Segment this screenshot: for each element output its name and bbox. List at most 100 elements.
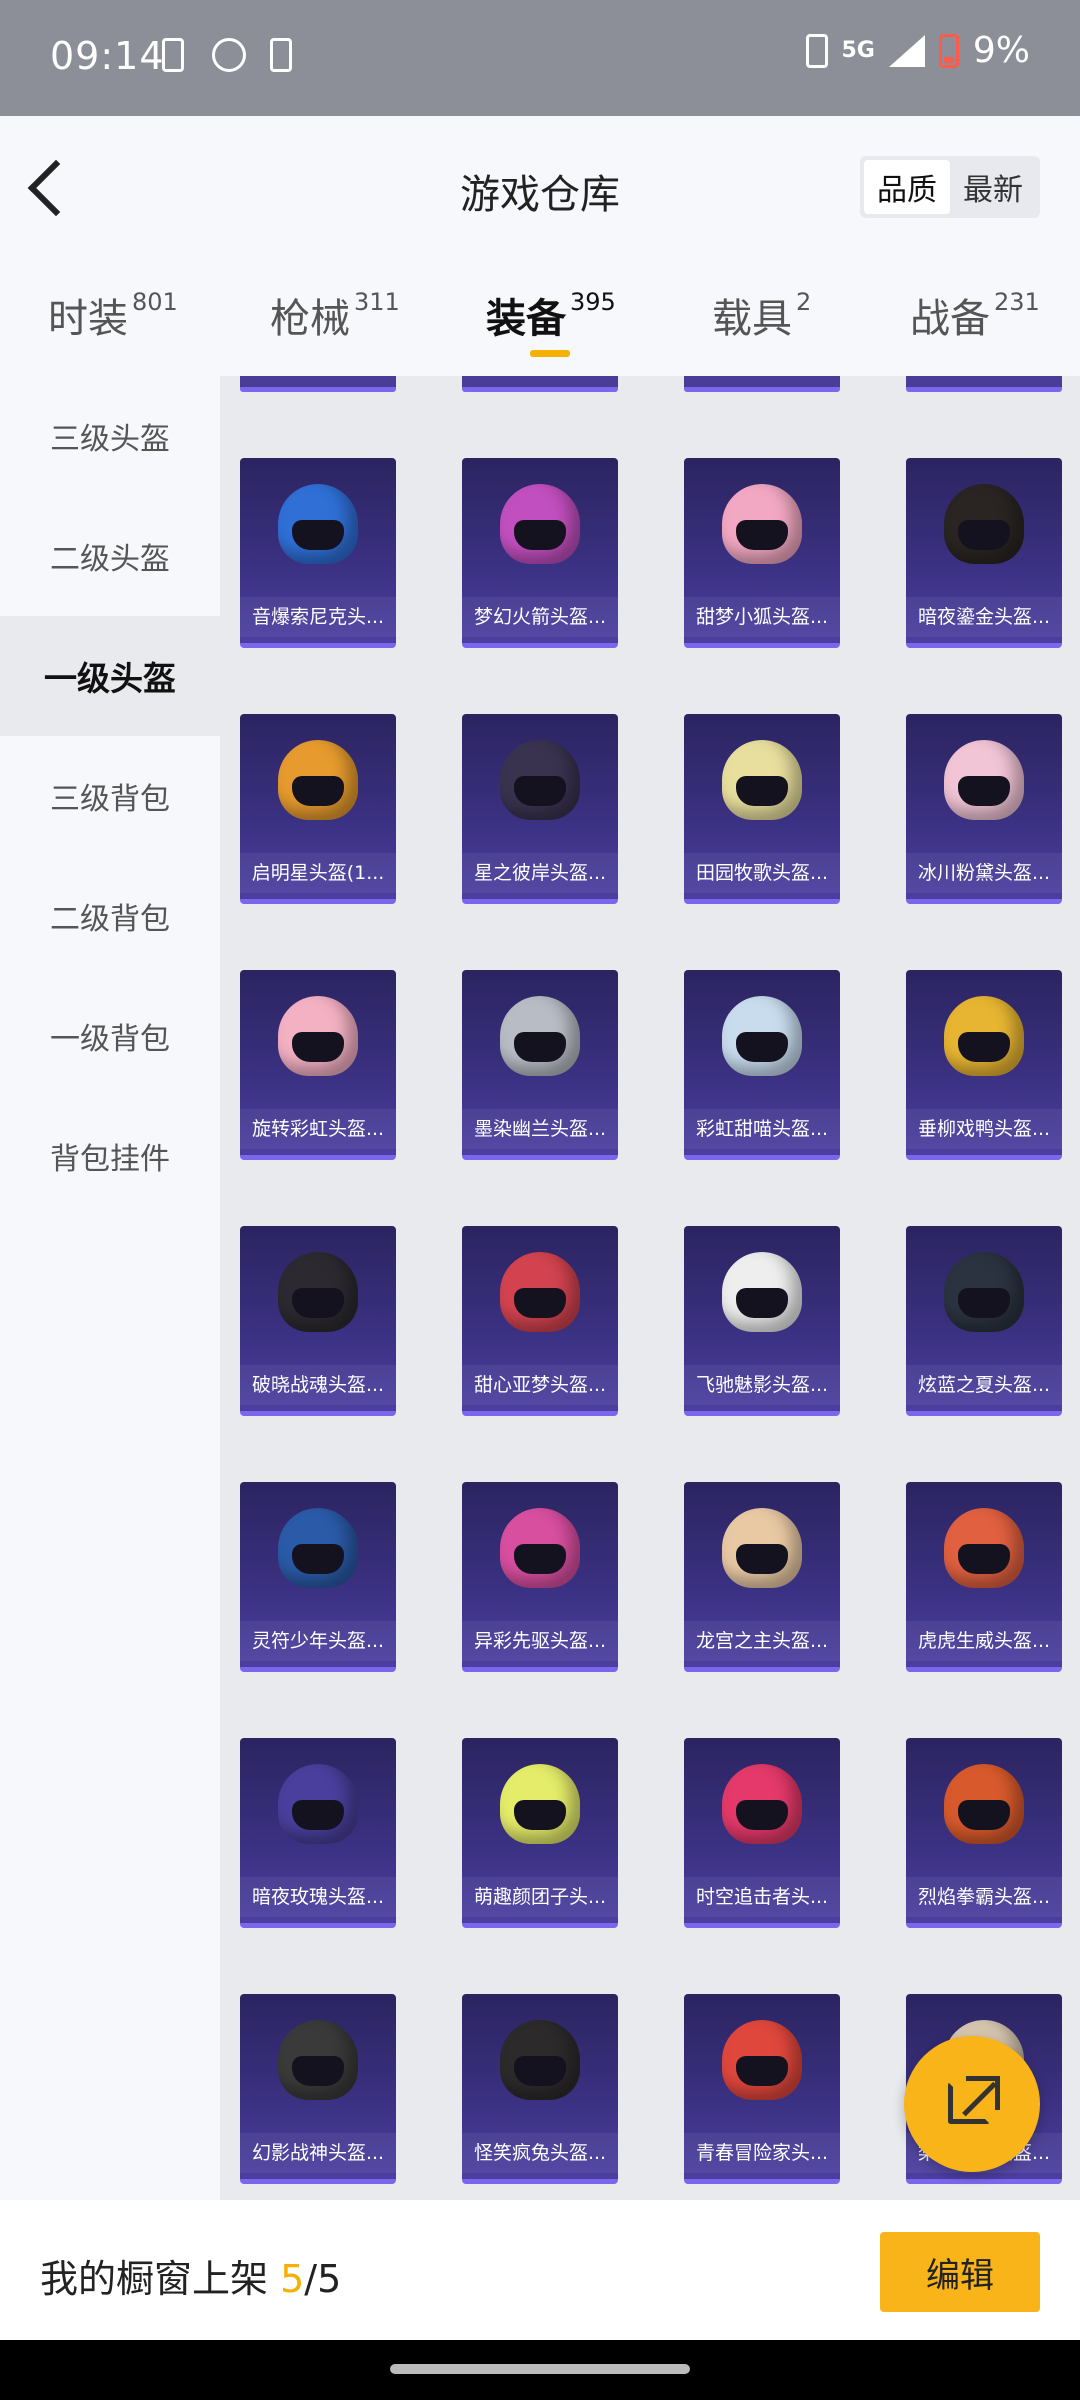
category-tabs: 时装 801 枪械 311 装备 395 载具 2 战备 231 bbox=[0, 256, 1080, 376]
item-name: 破晓战魂头盔... bbox=[240, 1365, 396, 1405]
helmet-icon bbox=[278, 1252, 358, 1332]
item-card[interactable]: 怪笑疯兔头盔... bbox=[462, 1994, 618, 2184]
helmet-visor bbox=[292, 520, 344, 550]
helmet-visor bbox=[958, 520, 1010, 550]
sidebar-item-level1-helmet[interactable]: 一级头盔 bbox=[0, 616, 220, 736]
tab-count: 801 bbox=[132, 288, 178, 316]
helmet-visor bbox=[514, 1288, 566, 1318]
tab-vehicles[interactable]: 载具 2 bbox=[712, 286, 811, 344]
item-name: 梦幻火箭头盔... bbox=[462, 597, 618, 637]
helmet-icon bbox=[500, 484, 580, 564]
item-card[interactable]: 垂柳戏鸭头盔... bbox=[906, 970, 1062, 1160]
item-card[interactable]: 破晓战魂头盔... bbox=[240, 1226, 396, 1416]
tab-label: 时装 bbox=[48, 296, 128, 342]
item-card[interactable]: 暗夜玫瑰头盔... bbox=[240, 1738, 396, 1928]
tab-count: 395 bbox=[570, 288, 616, 316]
item-name: 灵符少年头盔... bbox=[240, 1621, 396, 1661]
helmet-visor bbox=[958, 1800, 1010, 1830]
item-card[interactable]: 异彩先驱头盔... bbox=[462, 1482, 618, 1672]
showcase-shown-count: 5 bbox=[280, 2257, 305, 2301]
helmet-visor bbox=[292, 1800, 344, 1830]
showcase-text: 我的橱窗上架 bbox=[40, 2257, 281, 2301]
item-card[interactable]: 旋转彩虹头盔... bbox=[240, 970, 396, 1160]
item-name: 旋转彩虹头盔... bbox=[240, 1109, 396, 1149]
item-card[interactable]: 启明星头盔(1... bbox=[240, 714, 396, 904]
helmet-icon bbox=[944, 1252, 1024, 1332]
network-label: 5G bbox=[841, 38, 875, 63]
item-card[interactable]: 飞驰魅影头盔... bbox=[684, 1226, 840, 1416]
item-card[interactable]: 梦幻火箭头盔... bbox=[462, 458, 618, 648]
tab-fashion[interactable]: 时装 801 bbox=[48, 286, 178, 344]
item-name: 虎虎生威头盔... bbox=[906, 1621, 1062, 1661]
tab-label: 战备 bbox=[910, 296, 990, 342]
tab-guns[interactable]: 枪械 311 bbox=[270, 286, 400, 344]
item-card[interactable]: 甜梦小狐头盔... bbox=[684, 458, 840, 648]
item-card-partial bbox=[684, 376, 840, 392]
subcategory-sidebar: 三级头盔 二级头盔 一级头盔 三级背包 二级背包 一级背包 背包挂件 bbox=[0, 376, 220, 2200]
helmet-visor bbox=[292, 1288, 344, 1318]
helmet-icon bbox=[944, 740, 1024, 820]
item-card[interactable]: 虎虎生威头盔... bbox=[906, 1482, 1062, 1672]
item-card[interactable]: 彩虹甜喵头盔... bbox=[684, 970, 840, 1160]
item-card[interactable]: 时空追击者头... bbox=[684, 1738, 840, 1928]
helmet-icon bbox=[500, 1764, 580, 1844]
helmet-visor bbox=[292, 776, 344, 806]
active-tab-indicator bbox=[530, 350, 570, 357]
item-card[interactable]: 灵符少年头盔... bbox=[240, 1482, 396, 1672]
helmet-visor bbox=[514, 1032, 566, 1062]
item-card[interactable]: 青春冒险家头... bbox=[684, 1994, 840, 2184]
phone-sync-icon bbox=[270, 38, 292, 72]
sidebar-item-backpack-charm[interactable]: 背包挂件 bbox=[0, 1096, 220, 1216]
helmet-icon bbox=[722, 740, 802, 820]
sidebar-item-level3-helmet[interactable]: 三级头盔 bbox=[0, 376, 220, 496]
item-name: 青春冒险家头... bbox=[684, 2133, 840, 2173]
item-name: 甜梦小狐头盔... bbox=[684, 597, 840, 637]
helmet-visor bbox=[514, 2056, 566, 2086]
system-nav-bar bbox=[0, 2340, 1080, 2400]
item-name: 垂柳戏鸭头盔... bbox=[906, 1109, 1062, 1149]
item-card[interactable]: 星之彼岸头盔... bbox=[462, 714, 618, 904]
helmet-icon bbox=[500, 1508, 580, 1588]
helmet-icon bbox=[722, 1508, 802, 1588]
sidebar-item-level3-backpack[interactable]: 三级背包 bbox=[0, 736, 220, 856]
helmet-icon bbox=[944, 996, 1024, 1076]
share-fab-button[interactable] bbox=[904, 2036, 1040, 2172]
sidebar-item-level2-backpack[interactable]: 二级背包 bbox=[0, 856, 220, 976]
item-card[interactable]: 烈焰拳霸头盔... bbox=[906, 1738, 1062, 1928]
item-card[interactable]: 炫蓝之夏头盔... bbox=[906, 1226, 1062, 1416]
item-card[interactable]: 龙宫之主头盔... bbox=[684, 1482, 840, 1672]
sort-latest-button[interactable]: 最新 bbox=[950, 160, 1036, 214]
showcase-footer: 我的橱窗上架 5/5 编辑 bbox=[0, 2200, 1080, 2340]
item-name: 星之彼岸头盔... bbox=[462, 853, 618, 893]
arrow-up-right-icon bbox=[966, 2076, 1000, 2110]
item-card[interactable]: 暗夜鎏金头盔... bbox=[906, 458, 1062, 648]
helmet-icon bbox=[278, 996, 358, 1076]
tab-label: 枪械 bbox=[270, 296, 350, 342]
item-card[interactable]: 甜心亚梦头盔... bbox=[462, 1226, 618, 1416]
item-card[interactable]: 墨染幽兰头盔... bbox=[462, 970, 618, 1160]
item-card[interactable]: 音爆索尼克头... bbox=[240, 458, 396, 648]
item-name: 田园牧歌头盔... bbox=[684, 853, 840, 893]
helmet-icon bbox=[500, 996, 580, 1076]
item-card[interactable]: 萌趣颜团子头... bbox=[462, 1738, 618, 1928]
tab-gear[interactable]: 战备 231 bbox=[910, 286, 1040, 344]
item-card[interactable]: 幻影战神头盔... bbox=[240, 1994, 396, 2184]
tab-equipment[interactable]: 装备 395 bbox=[486, 286, 616, 344]
helmet-visor bbox=[514, 520, 566, 550]
sidebar-item-level2-helmet[interactable]: 二级头盔 bbox=[0, 496, 220, 616]
wechat-icon bbox=[212, 38, 246, 72]
edit-button[interactable]: 编辑 bbox=[880, 2232, 1040, 2312]
signal-icon bbox=[888, 34, 925, 67]
header: 游戏仓库 品质 最新 bbox=[0, 116, 1080, 256]
home-indicator[interactable] bbox=[390, 2364, 690, 2374]
helmet-visor bbox=[736, 2056, 788, 2086]
tab-label: 装备 bbox=[486, 296, 566, 342]
helmet-icon bbox=[722, 2020, 802, 2100]
item-name: 烈焰拳霸头盔... bbox=[906, 1877, 1062, 1917]
sort-quality-button[interactable]: 品质 bbox=[864, 160, 950, 214]
item-card[interactable]: 冰川粉黛头盔... bbox=[906, 714, 1062, 904]
sidebar-item-level1-backpack[interactable]: 一级背包 bbox=[0, 976, 220, 1096]
item-card[interactable]: 田园牧歌头盔... bbox=[684, 714, 840, 904]
tab-label: 载具 bbox=[712, 296, 792, 342]
helmet-visor bbox=[736, 776, 788, 806]
